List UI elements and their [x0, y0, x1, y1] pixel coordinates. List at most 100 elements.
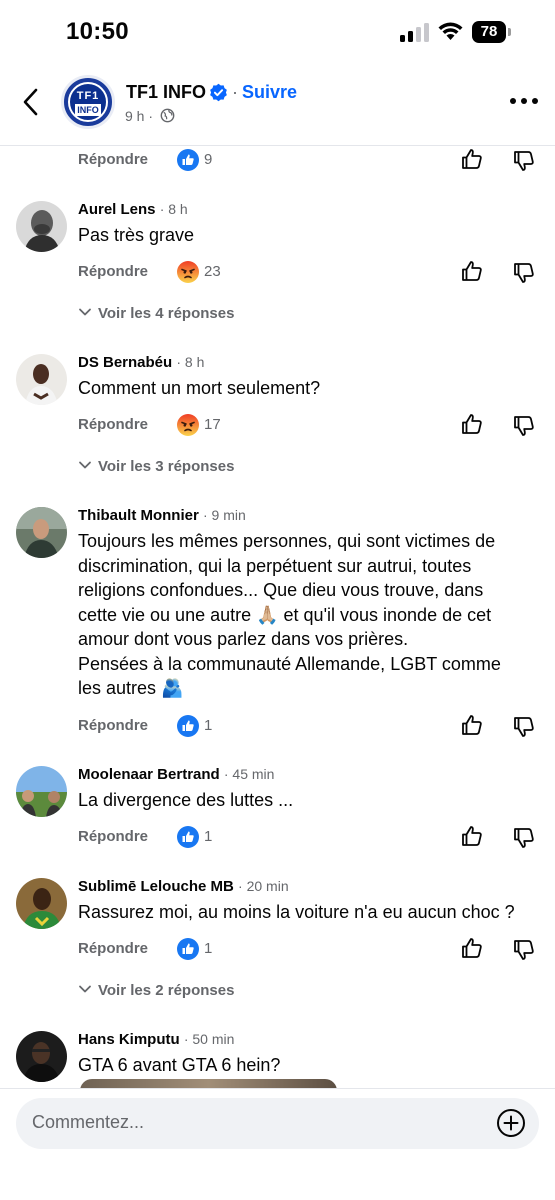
comment-meta: Hans Kimputu · 50 min — [78, 1031, 234, 1048]
comment-text: GTA 6 avant GTA 6 hein? — [78, 1055, 281, 1075]
tf1-logo: TF1 INFO — [68, 82, 108, 122]
view-replies-button[interactable]: Voir les 2 réponses — [78, 982, 234, 999]
comment-author[interactable]: Sublimē Lelouche MB — [78, 878, 234, 895]
reply-button[interactable]: Répondre — [78, 828, 148, 845]
reaction-count: 9 — [204, 151, 213, 168]
battery-cap — [508, 28, 511, 36]
thumbs-up-icon[interactable] — [460, 147, 484, 171]
comment-meta: Moolenaar Bertrand · 45 min — [78, 766, 274, 783]
comment-text-line: religions confondues... Que dieu vous tr… — [78, 580, 484, 600]
comment-author[interactable]: Thibault Monnier — [78, 507, 199, 524]
view-replies-button[interactable]: Voir les 4 réponses — [78, 305, 234, 322]
reply-button[interactable]: Répondre — [78, 416, 148, 433]
comment-text-line: Toujours les mêmes personnes, qui sont v… — [78, 531, 496, 551]
comment-time: · 9 min — [203, 507, 246, 523]
reply-button[interactable]: Répondre — [78, 151, 148, 168]
reaction-count: 17 — [204, 416, 221, 433]
thumbs-up-icon[interactable] — [460, 713, 484, 737]
battery-level: 78 — [472, 21, 506, 43]
status-time: 10:50 — [66, 18, 129, 45]
view-replies-button[interactable]: Voir les 3 réponses — [78, 458, 234, 475]
comment-text-line: amour dont vous parlez dans vos prières. — [78, 629, 409, 649]
comment-meta: Aurel Lens · 8 h — [78, 201, 188, 218]
avatar[interactable] — [16, 766, 67, 817]
header-separator: · — [232, 82, 238, 102]
thumbs-down-icon[interactable] — [512, 826, 536, 850]
page-name[interactable]: TF1 INFO — [126, 82, 206, 103]
thumbs-down-icon[interactable] — [512, 938, 536, 962]
comment-meta: Sublimē Lelouche MB · 20 min — [78, 878, 289, 895]
comment-time: · 50 min — [183, 1031, 235, 1047]
more-options-icon[interactable] — [508, 94, 540, 108]
comment-text: Rassurez moi, au moins la voiture n'a eu… — [78, 902, 515, 922]
post-age: 9 h · — [125, 108, 154, 124]
avatar[interactable] — [16, 878, 67, 929]
reply-button[interactable]: Répondre — [78, 717, 148, 734]
comment-time: · 45 min — [223, 766, 275, 782]
comment-actions-partial: Répondre 9 — [0, 147, 555, 177]
comment-time: · 8 h — [176, 354, 205, 370]
follow-button[interactable]: Suivre — [242, 82, 297, 103]
avatar[interactable] — [16, 507, 67, 558]
avatar[interactable] — [16, 354, 67, 405]
verified-badge-icon — [210, 83, 227, 102]
comment-input-placeholder: Commentez... — [32, 1112, 145, 1132]
reply-button[interactable]: Répondre — [78, 263, 148, 280]
comment-text: La divergence des luttes ... — [78, 790, 294, 810]
comment-text-line: cette vie ou une autre 🙏🏼 et qu'il vous … — [78, 604, 492, 625]
thumbs-up-icon[interactable] — [460, 259, 484, 283]
angry-reaction-icon[interactable] — [177, 414, 199, 436]
status-bar: 10:50 78 — [0, 0, 555, 66]
comment-text-line: Pensées à la communauté Allemande, LGBT … — [78, 653, 501, 674]
thumbs-up-icon[interactable] — [460, 412, 484, 436]
comment-meta: DS Bernabéu · 8 h — [78, 354, 204, 371]
back-arrow-icon[interactable] — [14, 80, 50, 124]
thumbs-down-icon[interactable] — [512, 414, 536, 438]
comment-input[interactable]: Commentez... — [16, 1098, 539, 1149]
angry-reaction-icon[interactable] — [177, 261, 199, 283]
wifi-icon — [438, 22, 463, 40]
thumbs-down-icon[interactable] — [512, 149, 536, 173]
avatar[interactable] — [16, 1031, 67, 1082]
reaction-count: 23 — [204, 263, 221, 280]
comment-author[interactable]: Moolenaar Bertrand — [78, 766, 220, 783]
thumbs-up-icon[interactable] — [460, 824, 484, 848]
comment-actions: Répondre 1 — [0, 713, 555, 743]
comment-composer-bar: Commentez... — [0, 1088, 555, 1200]
comment-actions: Répondre 17 — [0, 412, 555, 442]
page-avatar[interactable]: TF1 INFO — [61, 75, 115, 129]
logo-text-top: TF1 — [76, 90, 100, 102]
comment-author[interactable]: Aurel Lens — [78, 201, 156, 218]
comment-text-line: discrimination, qui la perpétuent sur au… — [78, 555, 472, 576]
chevron-down-icon — [79, 985, 91, 993]
reaction-count: 1 — [204, 940, 213, 957]
reaction-count: 1 — [204, 828, 213, 845]
battery-indicator: 78 — [472, 21, 512, 43]
comment-time: · 20 min — [238, 878, 289, 894]
reply-button[interactable]: Répondre — [78, 940, 148, 957]
thumbs-down-icon[interactable] — [512, 715, 536, 739]
like-reaction-icon[interactable] — [177, 938, 199, 960]
view-replies-label: Voir les 4 réponses — [98, 305, 235, 322]
reaction-count: 1 — [204, 717, 213, 734]
thumbs-down-icon[interactable] — [512, 261, 536, 285]
like-reaction-icon[interactable] — [177, 149, 199, 171]
comment-author[interactable]: Hans Kimputu — [78, 1031, 180, 1048]
view-replies-label: Voir les 2 réponses — [98, 982, 235, 999]
chevron-down-icon — [79, 461, 91, 469]
comment-text: Toujours les mêmes personnes, qui sont v… — [78, 529, 528, 701]
comment-meta: Thibault Monnier · 9 min — [78, 507, 246, 524]
thumbs-up-icon[interactable] — [460, 936, 484, 960]
post-header: TF1 INFO TF1 INFO · Suivre 9 h · — [0, 66, 555, 146]
globe-icon — [160, 108, 175, 123]
logo-text-bottom: INFO — [75, 104, 101, 116]
comment-actions: Répondre 1 — [0, 936, 555, 966]
avatar[interactable] — [16, 201, 67, 252]
chevron-down-icon — [79, 308, 91, 316]
comment-actions: Répondre 23 — [0, 259, 555, 289]
add-circle-icon[interactable] — [496, 1108, 526, 1138]
like-reaction-icon[interactable] — [177, 826, 199, 848]
comment-text: Comment un mort seulement? — [78, 378, 321, 398]
comment-author[interactable]: DS Bernabéu — [78, 354, 172, 371]
like-reaction-icon[interactable] — [177, 715, 199, 737]
